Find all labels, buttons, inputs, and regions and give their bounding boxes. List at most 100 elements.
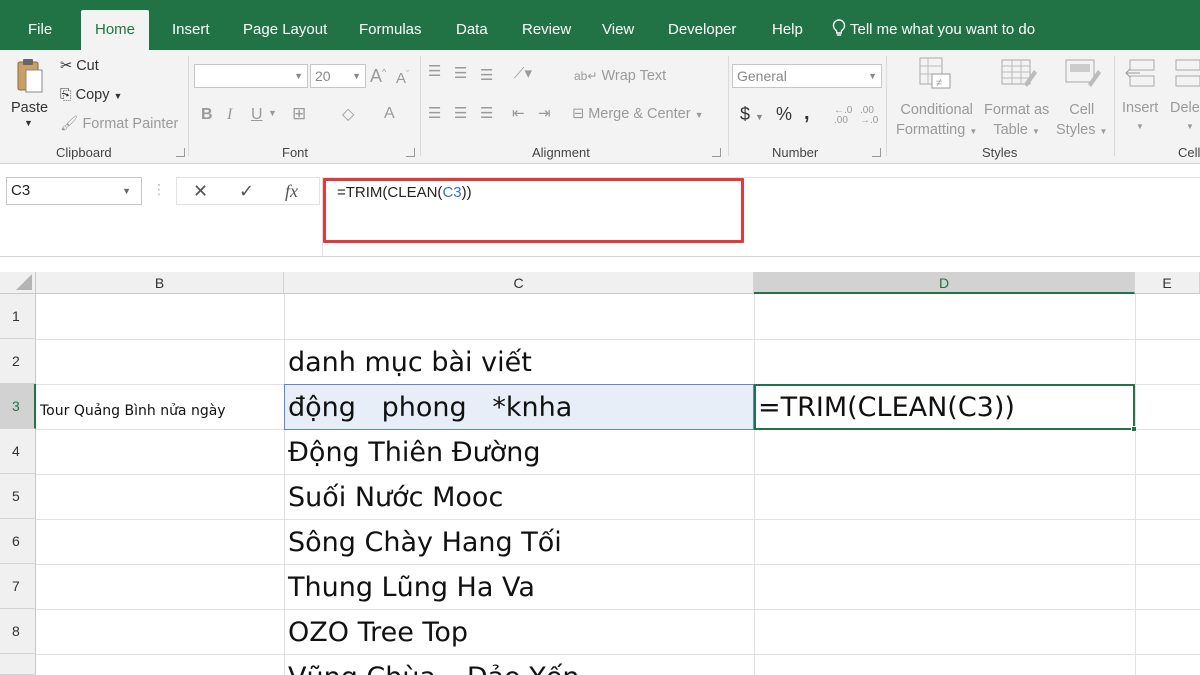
cell-styles-button[interactable]: Cell Styles ▼ xyxy=(1056,100,1107,142)
percent-button[interactable]: % xyxy=(776,104,792,125)
tab-home[interactable]: Home xyxy=(81,10,150,50)
tab-formulas[interactable]: Formulas xyxy=(359,10,422,50)
tab-review[interactable]: Review xyxy=(522,10,571,50)
cell-styles-icon[interactable] xyxy=(1064,56,1102,96)
align-top-icon[interactable]: ☰ xyxy=(428,62,441,80)
tell-me-search[interactable]: Tell me what you want to do xyxy=(832,10,1035,50)
cell-b3[interactable]: Tour Quảng Bình nửa ngày xyxy=(40,403,226,419)
paste-button[interactable]: Paste xyxy=(11,100,48,116)
cell-c5[interactable]: Suối Nước Mooc xyxy=(288,482,503,513)
number-launcher-icon[interactable] xyxy=(872,148,881,157)
align-left-icon[interactable]: ☰ xyxy=(428,104,441,122)
delete-cells-button[interactable]: Dele xyxy=(1170,100,1200,116)
fill-color-icon[interactable]: ◇ xyxy=(342,104,354,124)
decrease-indent-icon[interactable]: ⇤ xyxy=(512,104,525,122)
cell-c6[interactable]: Sông Chày Hang Tối xyxy=(288,527,562,558)
align-center-icon[interactable]: ☰ xyxy=(454,104,467,122)
cell-c8[interactable]: OZO Tree Top xyxy=(288,617,468,648)
column-header-b[interactable]: B xyxy=(36,272,284,294)
cancel-entry-button[interactable]: ✕ xyxy=(193,178,208,204)
increase-decimal-icon[interactable]: ←.0.00 xyxy=(834,106,852,126)
format-painter-button[interactable]: 🖌 Format Painter xyxy=(60,115,178,132)
align-right-icon[interactable]: ☰ xyxy=(480,104,493,122)
formula-highlight-annotation xyxy=(323,178,744,243)
cell-d3[interactable]: =TRIM(CLEAN(C3)) xyxy=(758,392,1015,423)
row-header-6[interactable]: 6 xyxy=(0,519,36,564)
insert-dropdown-icon[interactable]: ▼ xyxy=(1136,122,1144,131)
wrap-text-button[interactable]: ab↵ Wrap Text xyxy=(574,68,666,84)
paste-icon[interactable] xyxy=(12,56,44,100)
font-size-combo[interactable]: 20 ▼ xyxy=(310,64,366,88)
delete-dropdown-icon[interactable]: ▼ xyxy=(1186,122,1194,131)
bold-button[interactable]: B xyxy=(201,106,213,124)
currency-button[interactable]: $ ▼ xyxy=(740,104,764,125)
row-header-2[interactable]: 2 xyxy=(0,339,36,384)
cell-c7[interactable]: Thung Lũng Ha Va xyxy=(288,572,535,603)
copy-button[interactable]: ⎘ Copy ▼ xyxy=(60,87,122,103)
confirm-entry-button[interactable]: ✓ xyxy=(239,178,254,204)
row-header-3[interactable]: 3 xyxy=(0,384,36,429)
cell-c2[interactable]: danh mục bài viết xyxy=(288,347,532,378)
merge-center-button[interactable]: ⊟ Merge & Center ▼ xyxy=(572,106,704,122)
font-launcher-icon[interactable] xyxy=(406,148,415,157)
tab-file[interactable]: File xyxy=(28,10,52,50)
row-header-9[interactable] xyxy=(0,654,36,675)
shrink-font-button[interactable]: Aˇ xyxy=(396,69,409,87)
conditional-formatting-button[interactable]: Conditional Formatting ▼ xyxy=(896,100,977,142)
row-header-1[interactable]: 1 xyxy=(0,294,36,339)
formula-bar-grip-icon[interactable]: ⋮ xyxy=(152,181,166,198)
row-header-7[interactable]: 7 xyxy=(0,564,36,609)
row-header-8[interactable]: 8 xyxy=(0,609,36,654)
cut-button[interactable]: ✂ Cut xyxy=(60,58,99,74)
decrease-decimal-icon[interactable]: .00 →.0 xyxy=(860,106,878,126)
gridline xyxy=(1135,294,1136,675)
conditional-formatting-icon[interactable]: ≠ xyxy=(918,56,954,96)
font-color-button[interactable]: A xyxy=(384,105,395,123)
row-header-5[interactable]: 5 xyxy=(0,474,36,519)
underline-button[interactable]: U xyxy=(251,106,263,124)
tab-help[interactable]: Help xyxy=(772,10,803,50)
group-divider xyxy=(886,56,887,156)
paste-dropdown-icon[interactable]: ▼ xyxy=(24,118,33,128)
formula-buttons: ✕ ✓ fx xyxy=(176,177,320,205)
row-header-4[interactable]: 4 xyxy=(0,429,36,474)
format-as-table-icon[interactable] xyxy=(1000,56,1038,96)
tab-view[interactable]: View xyxy=(602,10,634,50)
cell-c3[interactable]: động phong *knha xyxy=(288,392,572,423)
borders-icon[interactable]: ⊞ xyxy=(292,104,306,124)
fill-handle[interactable] xyxy=(1131,426,1137,432)
tab-data[interactable]: Data xyxy=(456,10,488,50)
alignment-launcher-icon[interactable] xyxy=(712,148,721,157)
column-header-c[interactable]: C xyxy=(284,272,754,294)
tab-developer[interactable]: Developer xyxy=(668,10,736,50)
select-all-corner[interactable] xyxy=(0,272,36,294)
column-header-e[interactable]: E xyxy=(1135,272,1200,294)
delete-cells-icon[interactable] xyxy=(1172,56,1200,96)
increase-indent-icon[interactable]: ⇥ xyxy=(538,104,551,122)
comma-button[interactable]: , xyxy=(804,102,810,125)
underline-dropdown-icon[interactable]: ▼ xyxy=(268,108,277,118)
format-as-table-button[interactable]: Format as Table ▼ xyxy=(984,100,1049,142)
name-box[interactable]: C3 ▼ xyxy=(6,177,142,205)
name-box-dropdown-icon[interactable]: ▼ xyxy=(122,178,131,204)
group-divider xyxy=(420,56,421,156)
column-header-d[interactable]: D xyxy=(754,272,1135,294)
number-format-combo[interactable]: General ▼ xyxy=(732,64,882,88)
italic-button[interactable]: I xyxy=(227,106,232,124)
insert-cells-button[interactable]: Insert xyxy=(1122,100,1158,116)
insert-function-button[interactable]: fx xyxy=(285,178,298,204)
clipboard-launcher-icon[interactable] xyxy=(176,148,185,157)
insert-cells-icon[interactable] xyxy=(1124,56,1158,96)
cell-c9[interactable]: Vũng Chùa – Đảo Yến xyxy=(288,662,580,675)
align-middle-icon[interactable]: ☰ xyxy=(454,64,467,82)
brush-icon: 🖌 xyxy=(60,116,79,132)
copy-icon: ⎘ xyxy=(60,87,72,103)
tab-page-layout[interactable]: Page Layout xyxy=(243,10,327,50)
tab-insert[interactable]: Insert xyxy=(172,10,210,50)
cell-c4[interactable]: Động Thiên Đường xyxy=(288,437,541,468)
grow-font-button[interactable]: A^ xyxy=(370,66,386,87)
group-divider xyxy=(728,56,729,156)
orientation-icon[interactable]: ⟋▾ xyxy=(514,64,532,82)
align-bottom-icon[interactable]: ☰ xyxy=(480,66,493,84)
font-name-combo[interactable]: ▼ xyxy=(194,64,308,88)
